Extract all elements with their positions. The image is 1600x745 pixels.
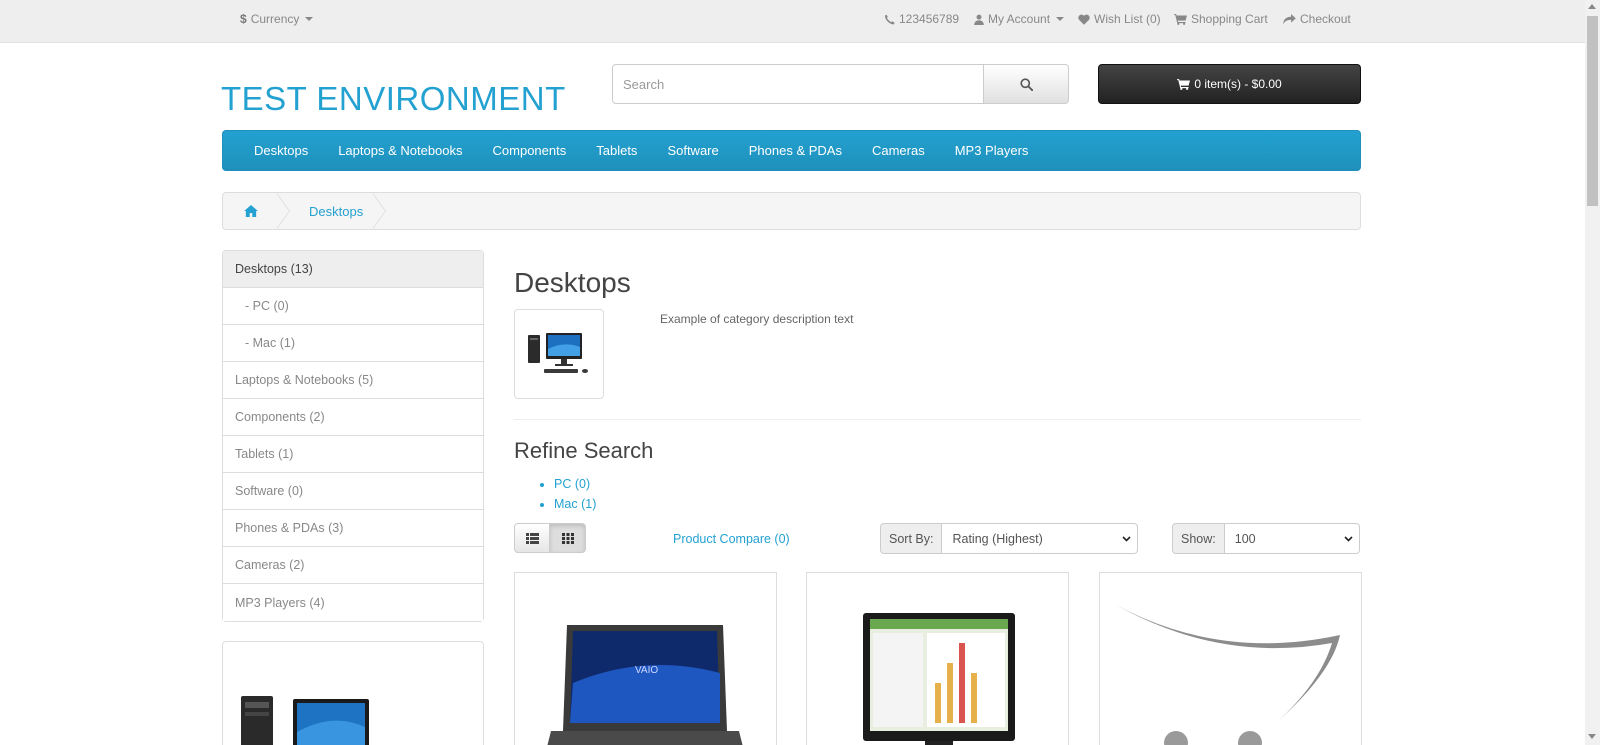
sidebar-item-tablets[interactable]: Tablets (1) xyxy=(223,436,483,473)
my-account-label: My Account xyxy=(988,12,1051,26)
sidebar-item-components[interactable]: Components (2) xyxy=(223,399,483,436)
scroll-down-icon[interactable] xyxy=(1588,734,1596,739)
cart-summary: 0 item(s) - $0.00 xyxy=(1194,77,1282,91)
product-card[interactable] xyxy=(1099,572,1362,745)
show-label: Show: xyxy=(1172,523,1225,554)
menu-item-phones-pdas[interactable]: Phones & PDAs xyxy=(734,143,857,158)
list-view-button[interactable] xyxy=(514,523,550,553)
heart-icon xyxy=(1078,14,1090,25)
desktop-computer-image xyxy=(528,333,588,373)
show-value: 100 xyxy=(1234,531,1256,546)
sort-by-group: Sort By: Rating (Highest) xyxy=(880,523,1139,554)
menu-item-laptops-notebooks[interactable]: Laptops & Notebooks xyxy=(323,143,477,158)
category-thumbnail[interactable] xyxy=(514,309,604,399)
sidebar-banner[interactable] xyxy=(222,641,484,745)
product-card[interactable] xyxy=(806,572,1069,745)
chevron-down-icon xyxy=(1122,535,1132,542)
sort-by-select[interactable]: Rating (Highest) xyxy=(942,523,1139,554)
sidebar-item-mp3-players[interactable]: MP3 Players (4) xyxy=(223,584,483,621)
phone-icon xyxy=(884,14,895,24)
caret-down-icon xyxy=(1056,17,1065,21)
top-bar: $ Currency 123456789 My Account Wish Lis… xyxy=(0,0,1585,43)
phone-number: 123456789 xyxy=(899,12,960,26)
chevron-down-icon xyxy=(1344,535,1353,542)
breadcrumb-home[interactable] xyxy=(223,193,279,229)
sort-by-label: Sort By: xyxy=(880,523,943,554)
menu-item-software[interactable]: Software xyxy=(652,143,733,158)
cart-icon xyxy=(1177,78,1191,90)
scrollbar-thumb[interactable] xyxy=(1587,16,1598,206)
breadcrumb-desktops[interactable]: Desktops xyxy=(291,204,375,219)
currency-label: Currency xyxy=(250,12,300,26)
divider xyxy=(514,419,1361,420)
wishlist-link[interactable]: Wish List (0) xyxy=(1078,12,1161,26)
category-sidebar: Desktops (13) - PC (0) - Mac (1) Laptops… xyxy=(222,250,484,622)
placeholder-cart-image xyxy=(1116,605,1340,745)
cart-icon xyxy=(1174,13,1187,25)
show-group: Show: 100 xyxy=(1172,523,1360,554)
wishlist-label: Wish List (0) xyxy=(1094,12,1161,26)
menu-item-cameras[interactable]: Cameras xyxy=(857,143,940,158)
sidebar-item-pc[interactable]: - PC (0) xyxy=(223,288,483,325)
sort-by-value: Rating (Highest) xyxy=(952,531,1043,546)
menu-item-desktops[interactable]: Desktops xyxy=(239,143,323,158)
cart-button[interactable]: 0 item(s) - $0.00 xyxy=(1098,64,1361,104)
page-scrollbar[interactable] xyxy=(1585,0,1600,745)
scroll-up-icon[interactable] xyxy=(1588,4,1596,9)
grid-icon xyxy=(561,532,574,544)
menu-item-tablets[interactable]: Tablets xyxy=(581,143,652,158)
refine-search-title: Refine Search xyxy=(514,438,654,463)
menu-item-components[interactable]: Components xyxy=(478,143,582,158)
breadcrumb-separator xyxy=(372,193,387,229)
category-description: Example of category description text xyxy=(660,312,854,326)
refine-link-mac[interactable]: Mac (1) xyxy=(554,494,596,514)
page-title: Desktops xyxy=(514,267,631,298)
sidebar-item-mac[interactable]: - Mac (1) xyxy=(223,325,483,362)
refine-link-pc-label[interactable]: PC (0) xyxy=(554,477,590,491)
breadcrumb-separator xyxy=(276,193,291,229)
view-toggle xyxy=(514,523,586,553)
sidebar-item-software[interactable]: Software (0) xyxy=(223,473,483,510)
main-menu: Desktops Laptops & Notebooks Components … xyxy=(222,130,1361,171)
sidebar-item-desktops[interactable]: Desktops (13) xyxy=(223,251,483,288)
list-icon xyxy=(525,532,539,544)
sidebar-item-laptops-notebooks[interactable]: Laptops & Notebooks (5) xyxy=(223,362,483,399)
phone-link[interactable]: 123456789 xyxy=(884,12,959,26)
search-group xyxy=(612,64,1069,104)
grid-view-button[interactable] xyxy=(550,523,586,553)
sidebar-item-phones-pdas[interactable]: Phones & PDAs (3) xyxy=(223,510,483,547)
currency-dropdown[interactable]: $ Currency xyxy=(240,12,314,26)
user-icon xyxy=(974,14,984,25)
shopping-cart-label: Shopping Cart xyxy=(1191,12,1268,26)
currency-symbol: $ xyxy=(240,12,247,26)
refine-search-list: PC (0) Mac (1) xyxy=(554,474,596,514)
shopping-cart-link[interactable]: Shopping Cart xyxy=(1174,12,1268,26)
my-account-dropdown[interactable]: My Account xyxy=(974,12,1065,26)
sidebar-item-cameras[interactable]: Cameras (2) xyxy=(223,547,483,584)
breadcrumb: Desktops xyxy=(222,192,1361,230)
search-icon xyxy=(1019,77,1033,91)
search-input[interactable] xyxy=(612,64,984,104)
home-icon xyxy=(244,205,258,217)
checkout-label: Checkout xyxy=(1300,12,1351,26)
checkout-link[interactable]: Checkout xyxy=(1283,12,1351,26)
monitor-image xyxy=(863,613,1015,745)
refine-link-pc[interactable]: PC (0) xyxy=(554,474,596,494)
svg-text:VAIO: VAIO xyxy=(635,665,658,676)
laptop-image: VAIO xyxy=(547,625,743,745)
desktop-computer-image xyxy=(241,696,369,745)
share-icon xyxy=(1283,13,1296,24)
caret-down-icon xyxy=(305,17,314,21)
show-select[interactable]: 100 xyxy=(1224,523,1360,554)
product-compare-link[interactable]: Product Compare (0) xyxy=(673,532,790,546)
refine-link-mac-label[interactable]: Mac (1) xyxy=(554,497,596,511)
store-logo[interactable]: TEST ENVIRONMENT xyxy=(221,80,566,118)
product-card[interactable]: VAIO xyxy=(514,572,777,745)
menu-item-mp3-players[interactable]: MP3 Players xyxy=(940,143,1044,158)
search-button[interactable] xyxy=(984,64,1069,104)
